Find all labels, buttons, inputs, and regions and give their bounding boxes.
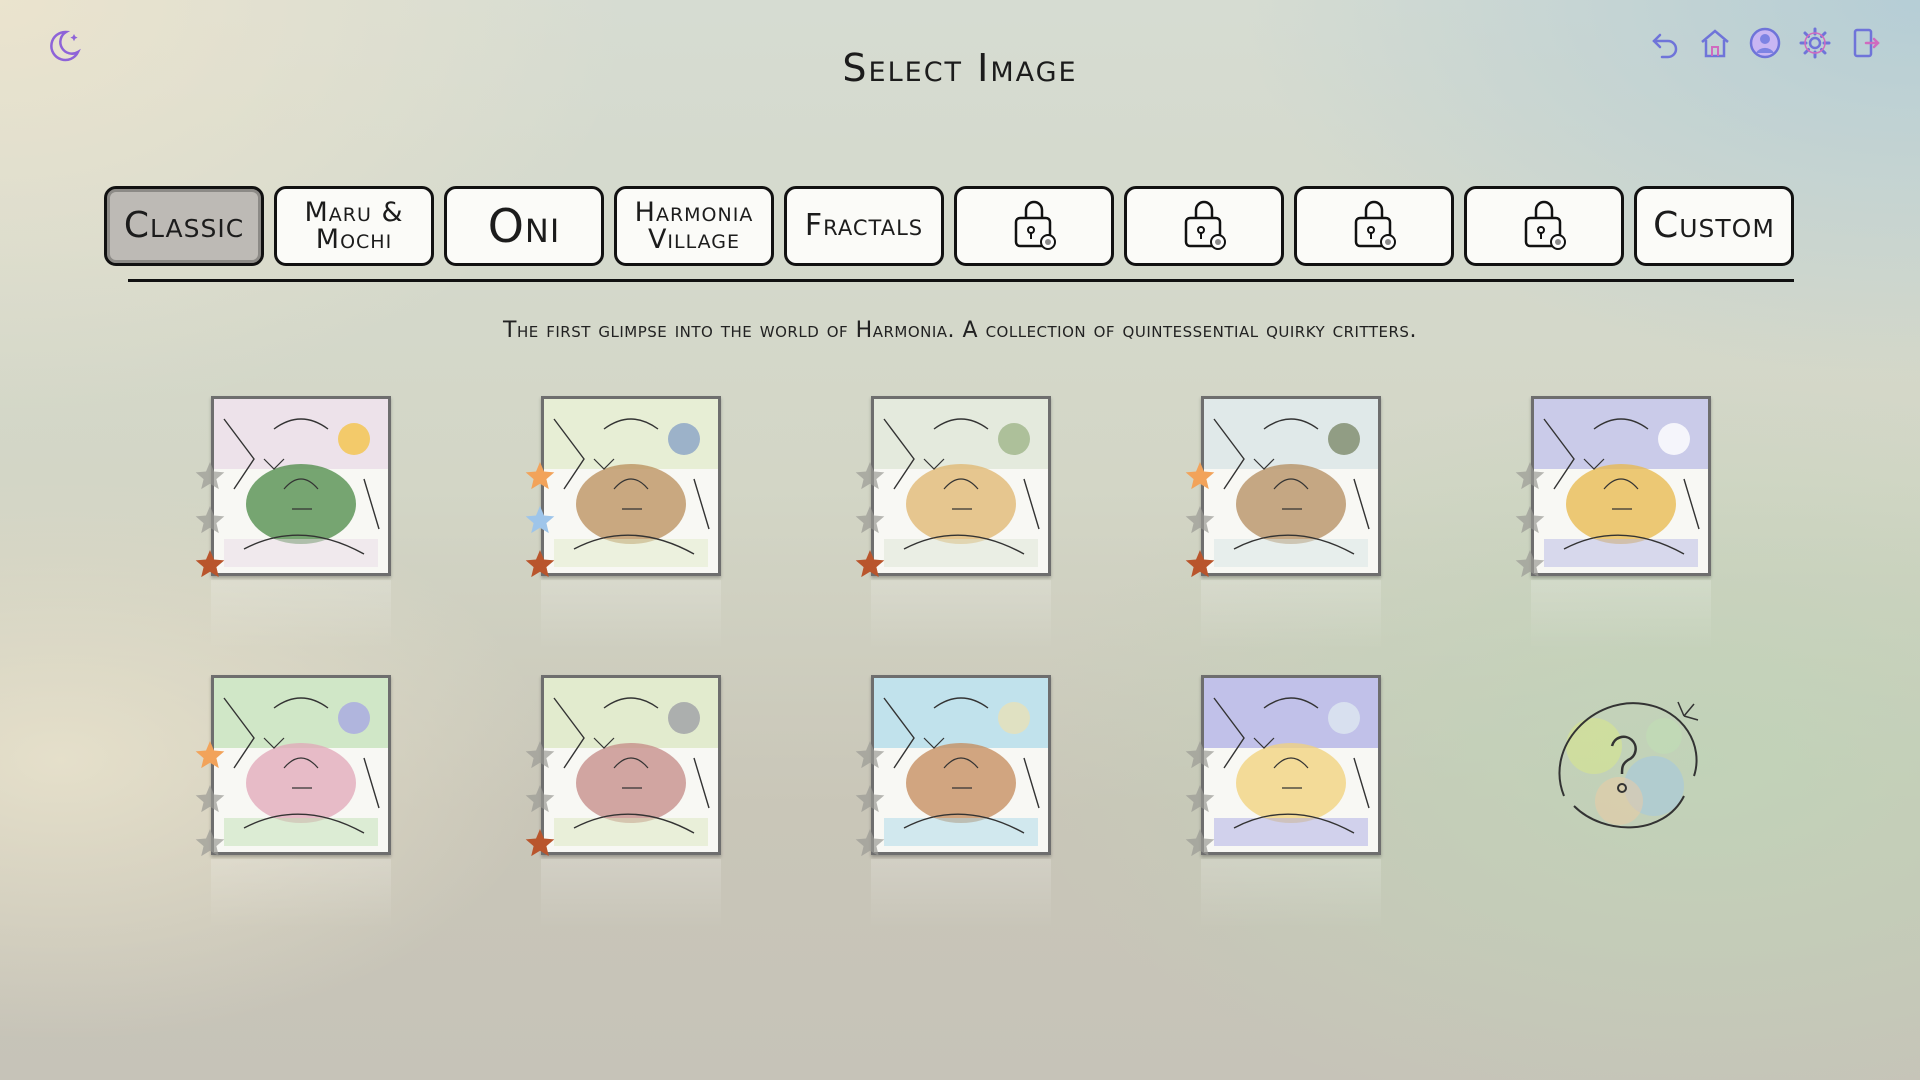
image-card[interactable] xyxy=(855,396,1051,650)
star-rating xyxy=(1185,741,1215,857)
star-empty-icon xyxy=(855,741,885,769)
collection-description: The first glimpse into the world of Harm… xyxy=(503,318,1417,343)
tab-label: Custom xyxy=(1653,205,1775,246)
image-thumbnail xyxy=(871,396,1051,576)
thumbnail-reflection xyxy=(211,580,391,650)
star-rating xyxy=(1185,462,1215,578)
star-bronze-icon xyxy=(525,829,555,857)
thumbnail-reflection xyxy=(871,580,1051,650)
tab-locked-2[interactable] xyxy=(1124,186,1284,266)
home-icon[interactable] xyxy=(1698,26,1732,60)
image-card[interactable] xyxy=(525,396,721,650)
image-card[interactable] xyxy=(525,675,721,929)
image-card[interactable] xyxy=(855,675,1051,929)
thumbnail-reflection xyxy=(541,859,721,929)
image-card[interactable] xyxy=(195,675,391,929)
thumbnail-reflection xyxy=(1531,580,1711,650)
image-thumbnail xyxy=(1201,396,1381,576)
custom-image-card[interactable] xyxy=(1534,676,1714,856)
image-card[interactable] xyxy=(195,396,391,650)
image-thumbnail xyxy=(541,396,721,576)
thumbnail-reflection xyxy=(211,859,391,929)
star-empty-icon xyxy=(1515,462,1545,490)
profile-icon[interactable] xyxy=(1748,26,1782,60)
star-empty-icon xyxy=(525,741,555,769)
star-blue-icon xyxy=(525,506,555,534)
tab-label: Maru & xyxy=(304,197,404,228)
star-rating xyxy=(1515,462,1545,578)
lock-icon xyxy=(1524,200,1566,250)
star-empty-icon xyxy=(195,785,225,813)
star-rating xyxy=(855,741,885,857)
image-card[interactable] xyxy=(1515,396,1711,650)
settings-icon[interactable] xyxy=(1798,26,1832,60)
exit-icon[interactable] xyxy=(1848,26,1882,60)
image-thumbnail xyxy=(871,675,1051,855)
star-rating xyxy=(525,462,555,578)
image-card[interactable] xyxy=(1185,675,1381,929)
thumbnail-reflection xyxy=(871,859,1051,929)
star-empty-icon xyxy=(855,829,885,857)
tab-classic[interactable]: Classic xyxy=(104,186,264,266)
lock-icon xyxy=(1184,200,1226,250)
image-thumbnail xyxy=(1531,396,1711,576)
star-bronze-icon xyxy=(525,550,555,578)
image-thumbnail xyxy=(211,396,391,576)
tab-custom[interactable]: Custom xyxy=(1634,186,1794,266)
lock-icon xyxy=(1014,200,1056,250)
tab-label-line2: Village xyxy=(647,224,741,255)
tab-maru-mochi[interactable]: Maru & Mochi xyxy=(274,186,434,266)
tab-oni[interactable]: Oni xyxy=(444,186,604,266)
star-rating xyxy=(855,462,885,578)
star-bronze-icon xyxy=(1185,550,1215,578)
thumbnail-reflection xyxy=(541,580,721,650)
image-thumbnail xyxy=(541,675,721,855)
star-empty-icon xyxy=(1515,550,1545,578)
star-empty-icon xyxy=(1185,506,1215,534)
star-orange-icon xyxy=(525,462,555,490)
star-rating xyxy=(525,741,555,857)
star-bronze-icon xyxy=(195,550,225,578)
star-orange-icon xyxy=(195,741,225,769)
collection-tabs: Classic Maru & Mochi Oni Harmonia Villag… xyxy=(104,186,1794,266)
image-thumbnail xyxy=(211,675,391,855)
star-empty-icon xyxy=(1185,741,1215,769)
star-empty-icon xyxy=(855,462,885,490)
star-rating xyxy=(195,741,225,857)
tab-label-line2: Mochi xyxy=(315,224,393,255)
star-empty-icon xyxy=(1515,506,1545,534)
lock-icon xyxy=(1354,200,1396,250)
tab-fractals[interactable]: Fractals xyxy=(784,186,944,266)
star-empty-icon xyxy=(855,785,885,813)
star-orange-icon xyxy=(1185,462,1215,490)
tabs-divider xyxy=(128,279,1794,282)
page-title: Select Image xyxy=(842,46,1078,90)
thumbnail-reflection xyxy=(1201,580,1381,650)
star-empty-icon xyxy=(195,506,225,534)
thumbnail-reflection xyxy=(1201,859,1381,929)
tab-locked-1[interactable] xyxy=(954,186,1114,266)
undo-icon[interactable] xyxy=(1648,26,1682,60)
tab-locked-4[interactable] xyxy=(1464,186,1624,266)
tab-label: Classic xyxy=(123,205,245,246)
tab-label: Oni xyxy=(487,199,561,253)
tab-label: Fractals xyxy=(804,208,924,243)
star-empty-icon xyxy=(525,785,555,813)
star-rating xyxy=(195,462,225,578)
star-empty-icon xyxy=(195,829,225,857)
star-empty-icon xyxy=(1185,785,1215,813)
star-bronze-icon xyxy=(855,550,885,578)
tab-locked-3[interactable] xyxy=(1294,186,1454,266)
image-card[interactable] xyxy=(1185,396,1381,650)
star-empty-icon xyxy=(855,506,885,534)
tab-label: Harmonia xyxy=(634,197,754,228)
tab-harmonia-village[interactable]: Harmonia Village xyxy=(614,186,774,266)
top-toolbar xyxy=(1648,26,1882,60)
image-thumbnail xyxy=(1201,675,1381,855)
star-empty-icon xyxy=(1185,829,1215,857)
star-empty-icon xyxy=(195,462,225,490)
